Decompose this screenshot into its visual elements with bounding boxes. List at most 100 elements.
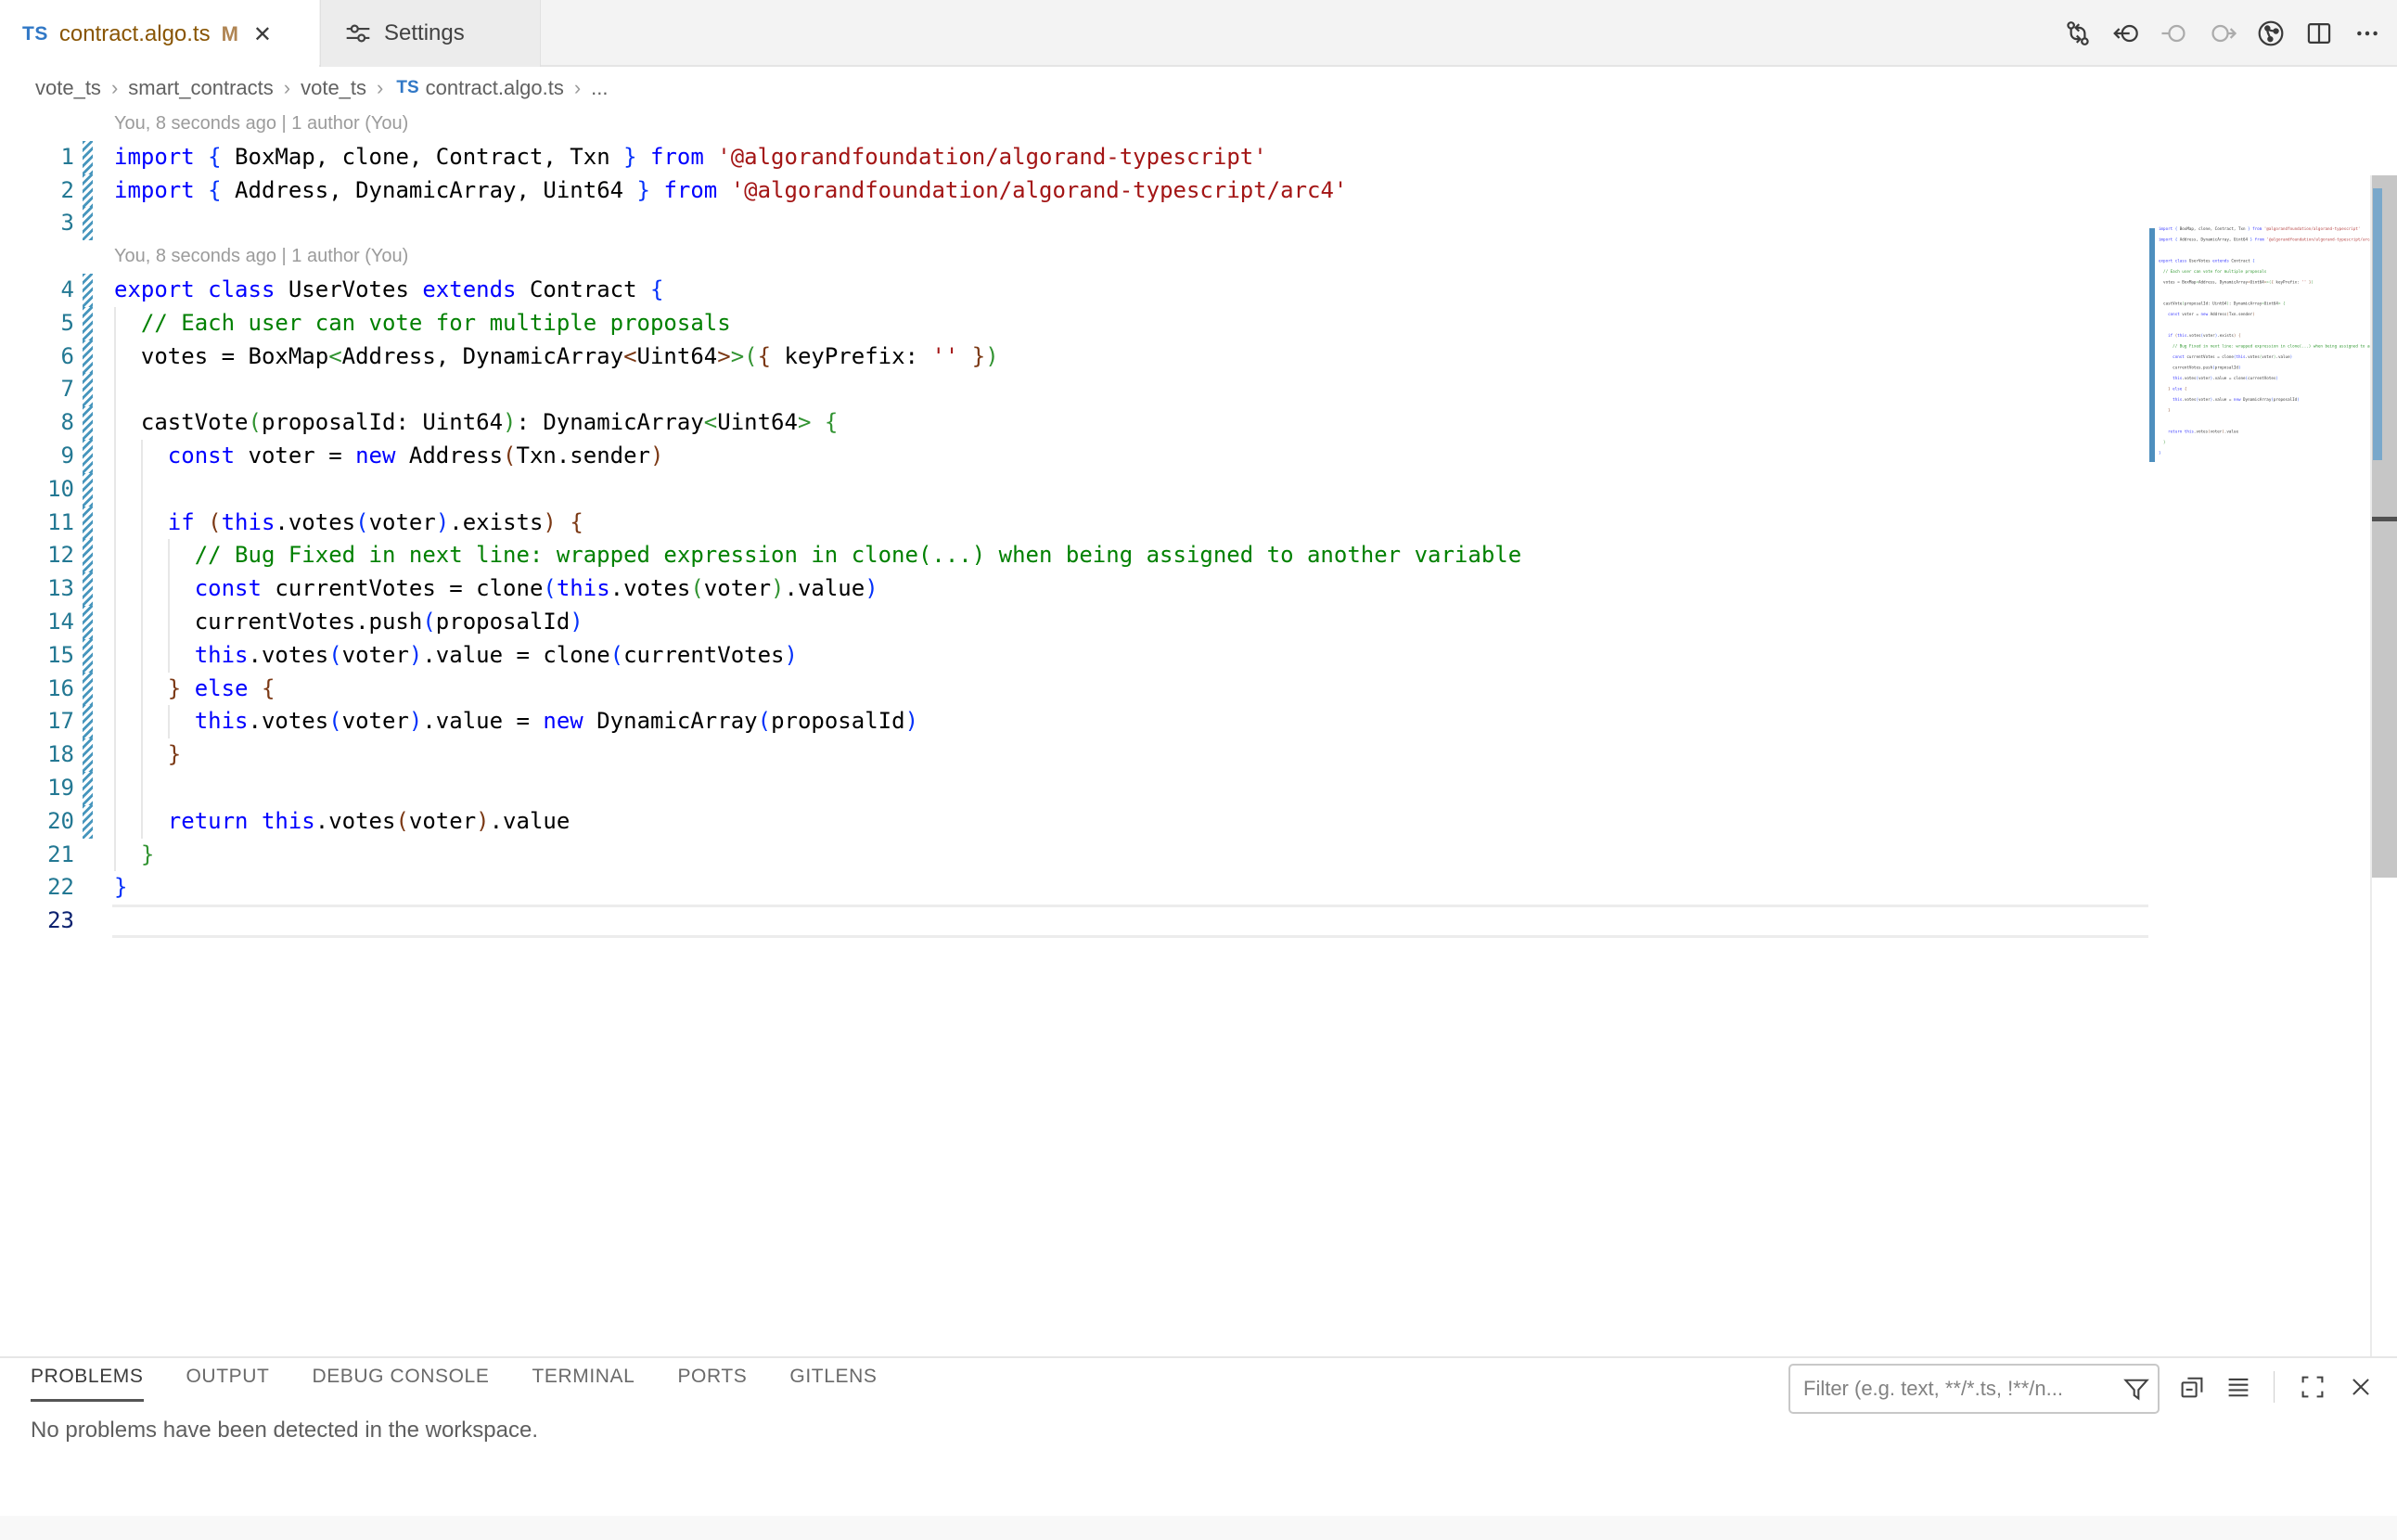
line-number: 19 xyxy=(0,772,74,805)
open-changes-icon[interactable] xyxy=(2111,19,2141,48)
line-number: 9 xyxy=(0,440,74,473)
line-number: 15 xyxy=(0,639,74,673)
toolbar-divider xyxy=(2274,1371,2275,1403)
gutter-modified-indicator xyxy=(83,373,93,406)
gutter-modified-indicator xyxy=(83,539,93,572)
code-line[interactable]: 15 this.votes(voter).value = clone(curre… xyxy=(0,639,2148,673)
panel-tab-problems[interactable]: PROBLEMS xyxy=(31,1366,144,1402)
gutter-modified-indicator xyxy=(83,207,93,240)
filter-input[interactable] xyxy=(1790,1377,2122,1401)
code-line[interactable]: 19 xyxy=(0,772,2148,805)
code-line[interactable]: 3 xyxy=(0,207,2148,240)
gutter-modified-indicator xyxy=(83,738,93,772)
indent-guide xyxy=(114,772,116,805)
indent-guide xyxy=(114,473,116,507)
code-line[interactable]: 20 return this.votes(voter).value xyxy=(0,805,2148,839)
code-line[interactable]: 17 this.votes(voter).value = new Dynamic… xyxy=(0,705,2148,738)
tune-sliders-icon xyxy=(343,19,373,48)
line-number: 4 xyxy=(0,274,74,307)
code-line[interactable]: 14 currentVotes.push(proposalId) xyxy=(0,606,2148,639)
collapse-all-icon[interactable] xyxy=(2178,1373,2206,1401)
code-line[interactable]: 1import { BoxMap, clone, Contract, Txn }… xyxy=(0,141,2148,174)
typescript-file-icon: TS xyxy=(22,23,48,45)
panel-tab-gitlens[interactable]: GITLENS xyxy=(789,1366,877,1402)
code-line[interactable]: 10 xyxy=(0,473,2148,507)
problems-message: No problems have been detected in the wo… xyxy=(31,1418,538,1444)
gutter-modified-indicator xyxy=(83,307,93,340)
editor-actions xyxy=(2063,0,2382,67)
panel-tab-debug-console[interactable]: DEBUG CONSOLE xyxy=(312,1366,489,1402)
split-editor-icon[interactable] xyxy=(2304,19,2334,48)
gutter-modified-indicator xyxy=(83,406,93,440)
code-line[interactable]: 21 } xyxy=(0,839,2148,872)
panel-tab-ports[interactable]: PORTS xyxy=(677,1366,747,1402)
code-line[interactable]: 4export class UserVotes extends Contract… xyxy=(0,274,2148,307)
close-panel-icon[interactable] xyxy=(2347,1373,2375,1401)
breadcrumb-item[interactable]: contract.algo.ts xyxy=(426,76,564,100)
compare-changes-icon[interactable] xyxy=(2063,19,2093,48)
line-number: 20 xyxy=(0,805,74,839)
panel-tab-terminal[interactable]: TERMINAL xyxy=(532,1366,634,1402)
more-actions-icon[interactable] xyxy=(2352,19,2382,48)
code-line[interactable]: 8 castVote(proposalId: Uint64): DynamicA… xyxy=(0,406,2148,440)
gutter-modified-indicator xyxy=(83,639,93,673)
line-number: 5 xyxy=(0,307,74,340)
code-line[interactable]: 7 xyxy=(0,373,2148,406)
code-line[interactable]: 22} xyxy=(0,871,2148,905)
breadcrumb: vote_ts›smart_contracts›vote_ts›TScontra… xyxy=(0,69,2397,108)
code-editor[interactable]: You, 8 seconds ago | 1 author (You)1impo… xyxy=(0,108,2397,1356)
overview-ruler-cursor-marker xyxy=(2372,517,2397,521)
gitlens-blame-annotation[interactable]: You, 8 seconds ago | 1 author (You) xyxy=(114,240,408,274)
gutter-modified-indicator xyxy=(83,572,93,606)
code-line[interactable]: 9 const voter = new Address(Txn.sender) xyxy=(0,440,2148,473)
breadcrumb-separator-icon: › xyxy=(377,76,383,100)
maximize-panel-icon[interactable] xyxy=(2299,1373,2326,1401)
status-strip xyxy=(0,1516,2397,1540)
breadcrumb-item[interactable]: ... xyxy=(591,76,608,100)
overview-ruler-modified-marker xyxy=(2373,188,2382,460)
line-number: 6 xyxy=(0,340,74,374)
code-line[interactable]: 16 } else { xyxy=(0,673,2148,706)
line-number: 23 xyxy=(0,905,74,938)
panel-tab-output[interactable]: OUTPUT xyxy=(186,1366,270,1402)
breadcrumb-item[interactable]: smart_contracts xyxy=(128,76,274,100)
funnel-filter-icon[interactable] xyxy=(2122,1375,2150,1403)
line-number: 8 xyxy=(0,406,74,440)
typescript-file-icon: TS xyxy=(396,78,418,98)
gutter-modified-indicator xyxy=(83,440,93,473)
code-line[interactable]: 23 xyxy=(0,905,2148,938)
line-number: 13 xyxy=(0,572,74,606)
gutter-modified-indicator xyxy=(83,673,93,706)
code-line[interactable]: 12 // Bug Fixed in next line: wrapped ex… xyxy=(0,539,2148,572)
gutter-modified-indicator xyxy=(83,473,93,507)
tab-strip: TS contract.algo.ts M ✕ Settings xyxy=(0,0,2397,67)
close-tab-icon[interactable]: ✕ xyxy=(253,21,272,48)
run-or-debug-icon[interactable] xyxy=(2256,19,2286,48)
code-line[interactable]: 18 } xyxy=(0,738,2148,772)
gitlens-blame-annotation[interactable]: You, 8 seconds ago | 1 author (You) xyxy=(114,108,408,141)
codelens-row: You, 8 seconds ago | 1 author (You) xyxy=(0,240,2148,274)
code-line[interactable]: 13 const currentVotes = clone(this.votes… xyxy=(0,572,2148,606)
breadcrumb-separator-icon: › xyxy=(111,76,118,100)
current-line-highlight xyxy=(112,905,2148,938)
line-number: 22 xyxy=(0,871,74,905)
code-line[interactable]: 6 votes = BoxMap<Address, DynamicArray<U… xyxy=(0,340,2148,374)
view-as-table-icon[interactable] xyxy=(2224,1373,2252,1401)
minimap-modified-bar xyxy=(2149,228,2155,462)
bottom-panel: PROBLEMS OUTPUT DEBUG CONSOLE TERMINAL PORTS… xyxy=(0,1356,2397,1516)
breadcrumb-item[interactable]: vote_ts xyxy=(301,76,366,100)
gutter-modified-indicator xyxy=(83,805,93,839)
line-number: 10 xyxy=(0,473,74,507)
code-line[interactable]: 11 if (this.votes(voter).exists) { xyxy=(0,507,2148,540)
minimap[interactable]: import { BoxMap, clone, Contract, Txn } … xyxy=(2149,224,2370,502)
tab-filename: contract.algo.ts xyxy=(59,21,211,47)
line-number: 3 xyxy=(0,207,74,240)
line-number: 14 xyxy=(0,606,74,639)
code-line[interactable]: 5 // Each user can vote for multiple pro… xyxy=(0,307,2148,340)
tab-settings[interactable]: Settings xyxy=(320,0,541,67)
code-line[interactable]: 2import { Address, DynamicArray, Uint64 … xyxy=(0,174,2148,208)
gutter-modified-indicator xyxy=(83,705,93,738)
tab-contract-algo-ts[interactable]: TS contract.algo.ts M ✕ xyxy=(0,0,319,69)
line-number: 21 xyxy=(0,839,74,872)
breadcrumb-item[interactable]: vote_ts xyxy=(35,76,101,100)
